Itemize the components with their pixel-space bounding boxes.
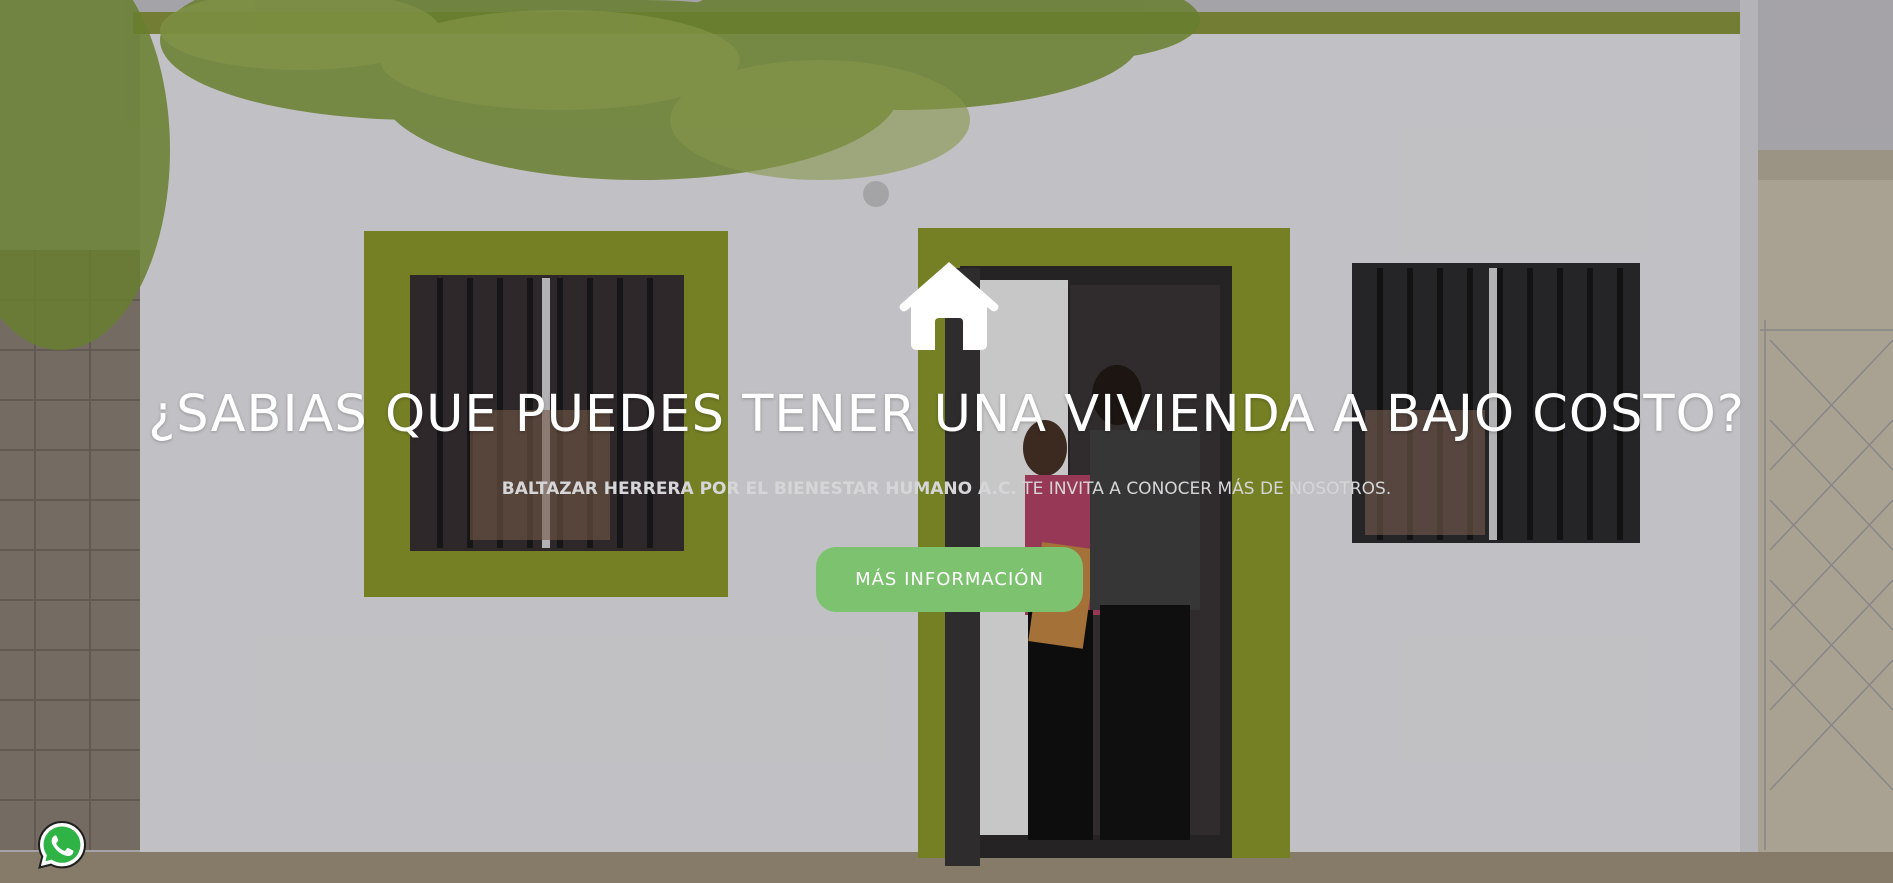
home-icon [899, 262, 999, 350]
whatsapp-icon[interactable] [36, 819, 88, 871]
hero-subline: BALTAZAR HERRERA POR EL BIENESTAR HUMANO… [0, 476, 1893, 502]
more-info-button[interactable]: MÁS INFORMACIÓN [816, 547, 1083, 612]
hero-headline: ¿SABIAS QUE PUEDES TENER UNA VIVIENDA A … [148, 385, 1745, 444]
hero-subline-text: TE INVITA A CONOCER MÁS DE NOSOTROS. [1016, 479, 1392, 499]
organization-name: BALTAZAR HERRERA POR EL BIENESTAR HUMANO… [501, 479, 1017, 499]
hero-content: ¿SABIAS QUE PUEDES TENER UNA VIVIENDA A … [0, 0, 1893, 883]
hero-section: ¿SABIAS QUE PUEDES TENER UNA VIVIENDA A … [0, 0, 1893, 883]
